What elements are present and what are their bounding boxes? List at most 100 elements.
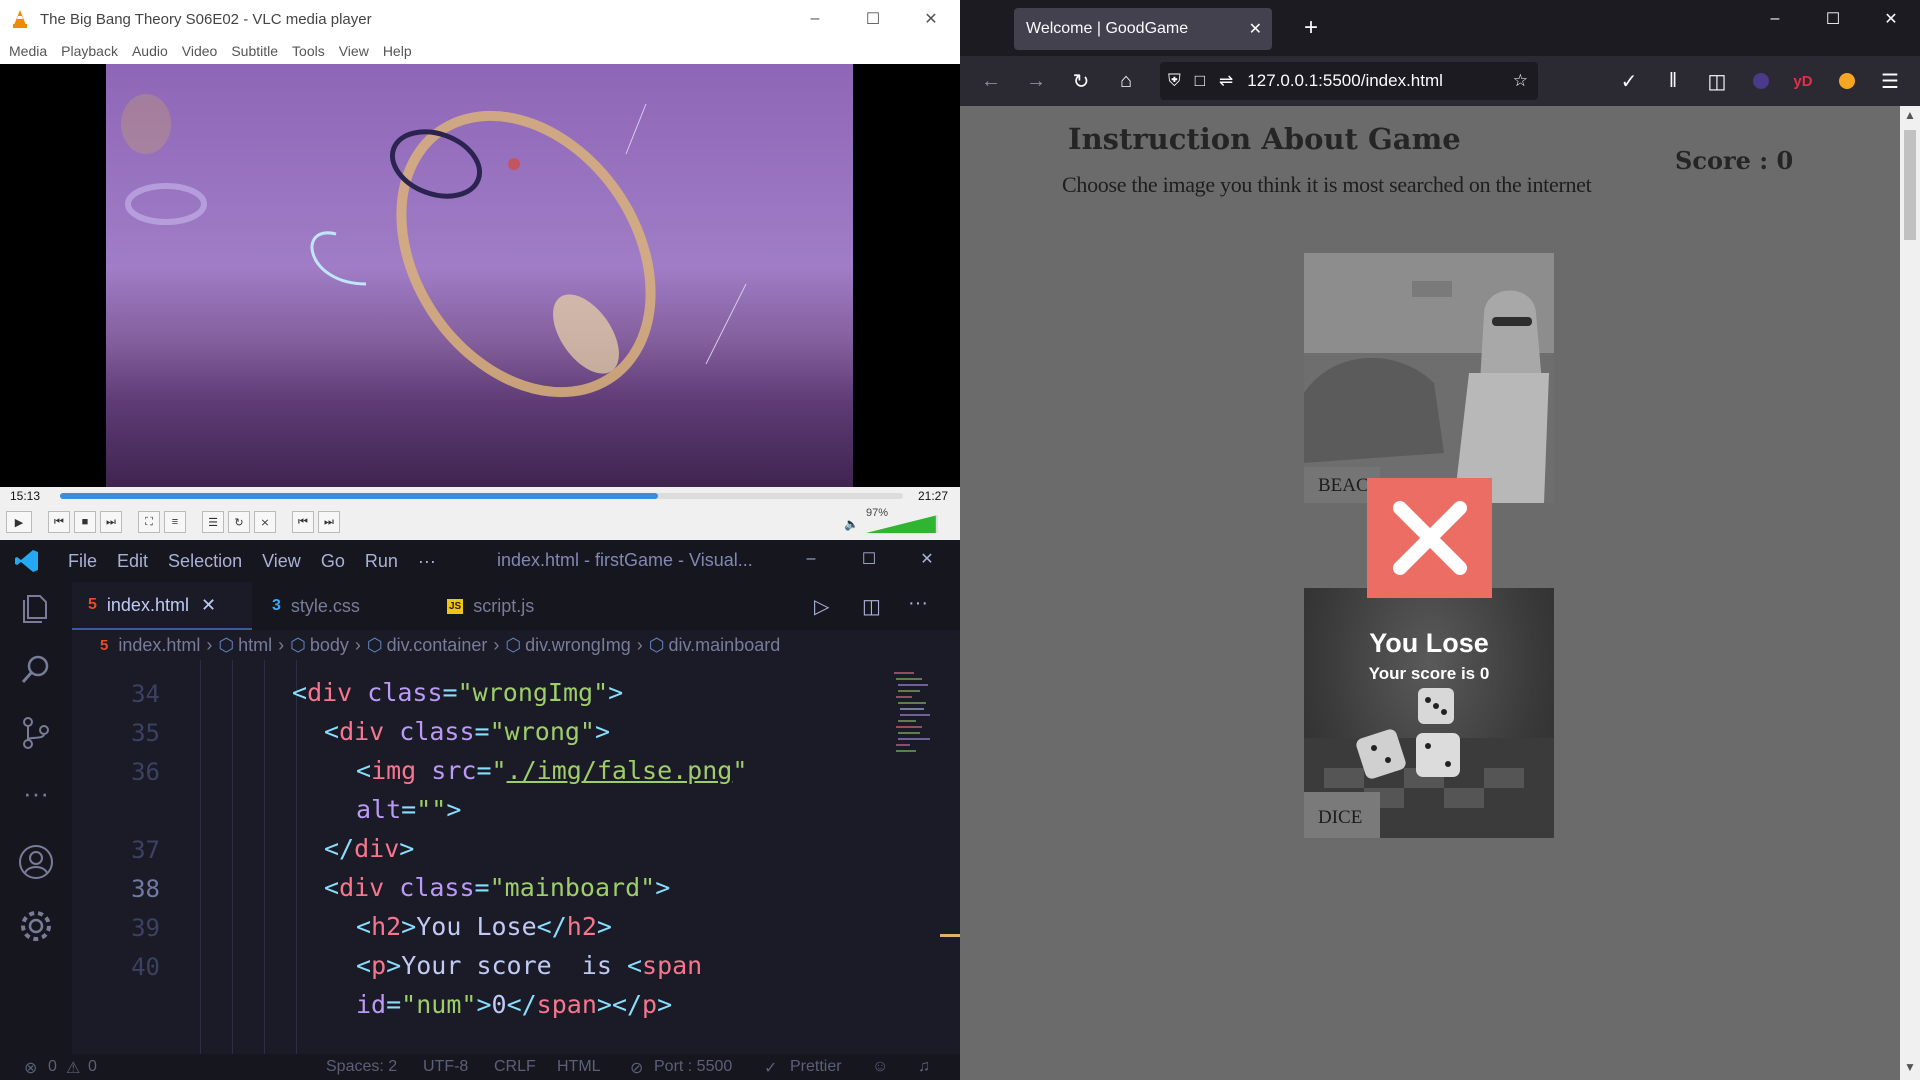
close-button[interactable]: ✕ — [902, 0, 960, 38]
maximize-button[interactable]: ☐ — [1804, 0, 1862, 38]
maximize-button[interactable]: ☐ — [840, 540, 898, 578]
extended-settings-icon[interactable]: ≡ — [164, 511, 186, 533]
menu-playback[interactable]: Playback — [61, 43, 118, 59]
menu-media[interactable]: Media — [9, 43, 47, 59]
menu-go[interactable]: Go — [321, 551, 345, 572]
more-icon[interactable]: ··· — [18, 778, 54, 814]
pocket-icon[interactable]: ✓ — [1616, 68, 1642, 94]
fullscreen-icon[interactable]: ⛶ — [138, 511, 160, 533]
close-button[interactable]: ✕ — [1862, 0, 1920, 38]
check-icon[interactable]: ✓ — [764, 1058, 777, 1078]
tracking-protection-icon[interactable]: ⛨ — [1168, 71, 1181, 91]
close-button[interactable]: ✕ — [898, 540, 956, 578]
breadcrumb-item[interactable]: html — [238, 635, 272, 656]
breadcrumb-item[interactable]: index.html — [118, 635, 200, 656]
more-actions-icon[interactable]: ··· — [908, 592, 928, 615]
extension-face-icon[interactable] — [1834, 68, 1860, 94]
menu-selection[interactable]: Selection — [168, 551, 242, 572]
error-count[interactable]: 0 — [48, 1058, 57, 1076]
prettier-status[interactable]: Prettier — [790, 1058, 842, 1076]
close-icon[interactable]: ✕ — [201, 595, 216, 616]
warning-count[interactable]: 0 — [88, 1058, 97, 1076]
next-icon[interactable]: ⏭ — [100, 511, 122, 533]
tab-index-html[interactable]: 5 index.html ✕ — [72, 582, 252, 630]
video-area[interactable] — [0, 64, 960, 487]
minimize-button[interactable]: – — [1746, 0, 1804, 38]
split-editor-icon[interactable]: ◫ — [862, 594, 881, 619]
url-bar[interactable]: ⛨ □ ⇌ 127.0.0.1:5500/index.html ☆ — [1160, 62, 1538, 100]
feedback-icon[interactable]: ☺ — [872, 1058, 888, 1076]
volume-slider[interactable] — [866, 515, 938, 533]
encoding-status[interactable]: UTF-8 — [423, 1058, 468, 1076]
back-icon[interactable]: ← — [978, 68, 1004, 94]
scroll-thumb[interactable] — [1904, 130, 1916, 240]
search-icon[interactable] — [18, 652, 54, 688]
explorer-icon[interactable] — [18, 590, 54, 626]
breadcrumb-item[interactable]: div.container — [387, 635, 488, 656]
menu-more[interactable]: ··· — [418, 551, 436, 572]
stop-icon[interactable]: ■ — [74, 511, 96, 533]
menu-icon[interactable]: ☰ — [1877, 68, 1903, 94]
shuffle-icon[interactable]: ⨯ — [254, 511, 276, 533]
language-status[interactable]: HTML — [557, 1058, 601, 1076]
broadcast-icon[interactable]: ⊘ — [630, 1058, 643, 1078]
forward-icon[interactable]: → — [1023, 68, 1049, 94]
menu-view[interactable]: View — [339, 43, 369, 59]
bookmark-star-icon[interactable]: ☆ — [1513, 71, 1528, 91]
dice-image-card[interactable]: You Lose Your score is 0 DICE — [1304, 588, 1554, 838]
code-editor[interactable]: 34 35 36 37 38 39 40 <div class="wrongIm… — [72, 660, 960, 1054]
reload-icon[interactable]: ↻ — [1068, 68, 1094, 94]
menu-audio[interactable]: Audio — [132, 43, 168, 59]
menu-tools[interactable]: Tools — [292, 43, 325, 59]
page-scrollbar[interactable]: ▲ ▼ — [1900, 106, 1920, 1080]
menu-view[interactable]: View — [262, 551, 301, 572]
seek-bar[interactable] — [60, 493, 903, 499]
menu-run[interactable]: Run — [365, 551, 398, 572]
url-text[interactable]: 127.0.0.1:5500/index.html — [1247, 71, 1443, 91]
menu-subtitle[interactable]: Subtitle — [231, 43, 278, 59]
error-icon[interactable]: ⊗ — [24, 1058, 37, 1078]
scroll-up-icon[interactable]: ▲ — [1904, 108, 1916, 122]
beach-image-card[interactable]: BEACH — [1304, 253, 1554, 503]
run-icon[interactable]: ▷ — [814, 594, 829, 619]
breadcrumb-item[interactable]: body — [310, 635, 349, 656]
eol-status[interactable]: CRLF — [494, 1058, 536, 1076]
home-icon[interactable]: ⌂ — [1113, 68, 1139, 94]
port-status[interactable]: Port : 5500 — [654, 1058, 732, 1076]
menu-file[interactable]: File — [68, 551, 97, 572]
indentation-status[interactable]: Spaces: 2 — [326, 1058, 397, 1076]
frame-forward-icon[interactable]: ⏭ — [318, 511, 340, 533]
browser-tab[interactable]: Welcome | GoodGame ✕ — [1014, 8, 1272, 50]
menu-edit[interactable]: Edit — [117, 551, 148, 572]
tab-script-js[interactable]: JS script.js — [427, 582, 587, 630]
loop-icon[interactable]: ↻ — [228, 511, 250, 533]
minimize-button[interactable]: – — [786, 0, 844, 38]
permissions-icon[interactable]: ⇌ — [1219, 71, 1233, 91]
sidebar-icon[interactable]: ◫ — [1704, 68, 1730, 94]
bell-icon[interactable]: ♫ — [918, 1058, 930, 1076]
frame-back-icon[interactable]: ⏮ — [292, 511, 314, 533]
account-icon[interactable] — [18, 844, 54, 880]
minimap[interactable] — [892, 670, 940, 770]
library-icon[interactable]: ‖ — [1660, 68, 1686, 94]
playlist-icon[interactable]: ☰ — [202, 511, 224, 533]
new-tab-button[interactable]: + — [1304, 14, 1318, 42]
play-button[interactable]: ▶ — [6, 511, 32, 533]
scroll-down-icon[interactable]: ▼ — [1904, 1060, 1916, 1074]
maximize-button[interactable]: ☐ — [844, 0, 902, 38]
speaker-icon[interactable]: 🔈 — [844, 517, 859, 531]
gear-icon[interactable] — [18, 908, 54, 944]
menu-video[interactable]: Video — [182, 43, 218, 59]
source-control-icon[interactable] — [18, 714, 54, 750]
breadcrumb-item[interactable]: div.wrongImg — [525, 635, 631, 656]
tab-style-css[interactable]: 3 style.css — [252, 582, 422, 630]
previous-icon[interactable]: ⏮ — [48, 511, 70, 533]
youtube-downloader-icon[interactable]: yD — [1790, 68, 1816, 94]
breadcrumb-item[interactable]: div.mainboard — [669, 635, 781, 656]
close-tab-icon[interactable]: ✕ — [1249, 19, 1262, 39]
menu-help[interactable]: Help — [383, 43, 412, 59]
extension-icon[interactable] — [1748, 68, 1774, 94]
warning-icon[interactable]: ⚠ — [66, 1058, 80, 1078]
minimize-button[interactable]: – — [782, 540, 840, 578]
code-line-34: <div class="wrongImg"> — [292, 678, 624, 707]
